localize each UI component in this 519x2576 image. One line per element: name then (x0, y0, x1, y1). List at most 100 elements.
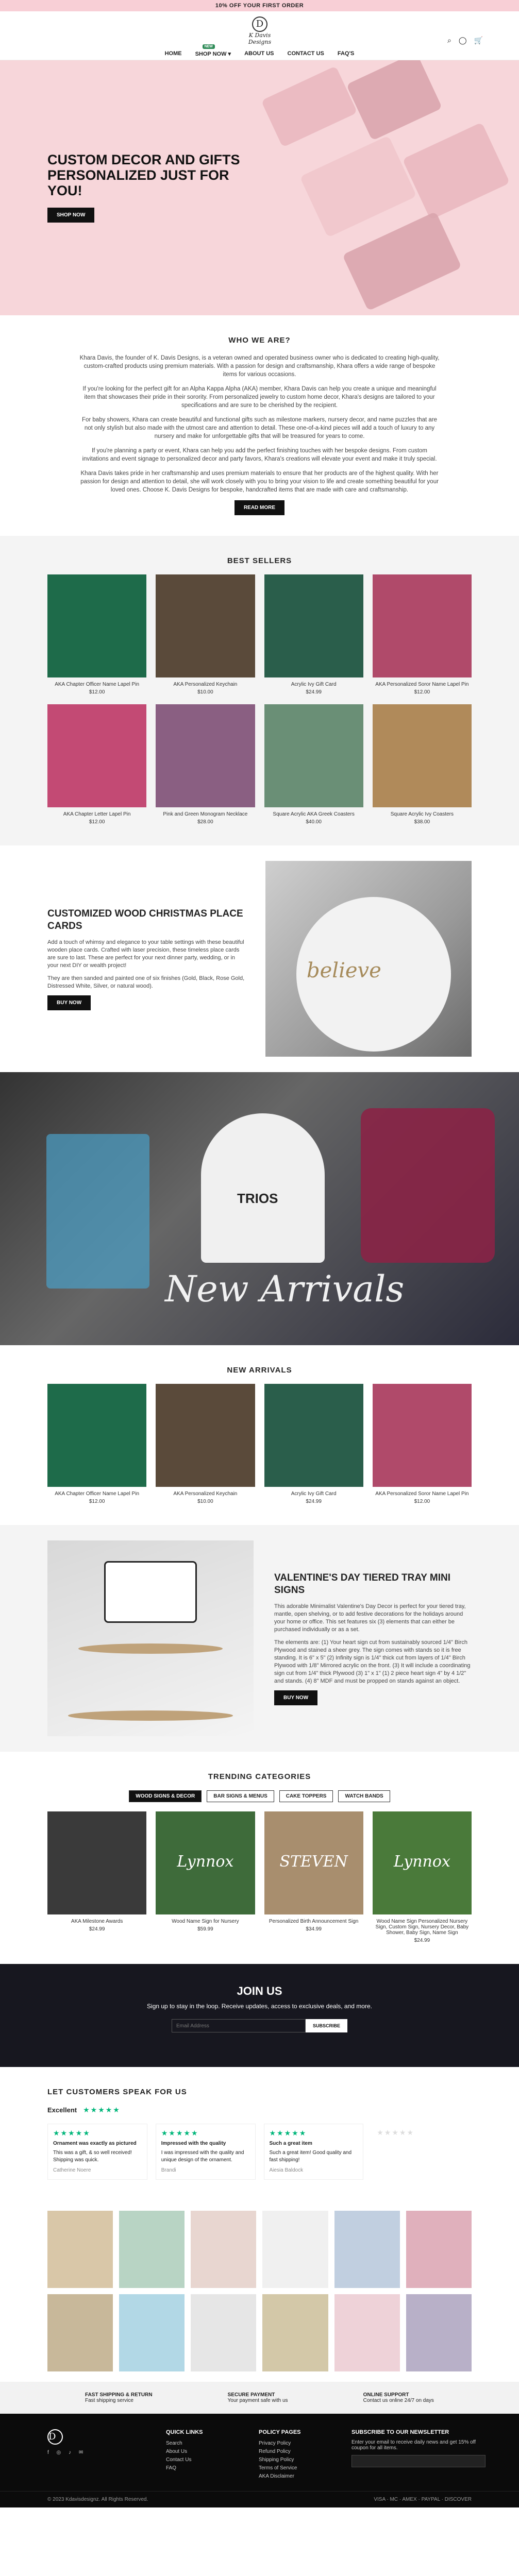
product-image[interactable] (47, 1811, 147, 1914)
footer-link[interactable]: Terms of Service (259, 2464, 336, 2472)
gallery-image[interactable] (262, 2294, 328, 2371)
product-name[interactable]: AKA Milestone Awards (47, 1919, 146, 1924)
hero-title: CUSTOM DECOR AND GIFTS PERSONALIZED JUST… (47, 152, 240, 198)
product-image[interactable] (264, 1384, 363, 1487)
product-card[interactable]: AKA Milestone Awards $24.99 (47, 1811, 147, 1943)
about-paragraph: Khara Davis, the founder of K. Davis Des… (79, 355, 440, 378)
valentine-buy-now-button[interactable]: BUY NOW (274, 1690, 318, 1705)
product-card[interactable]: AKA Personalized Soror Name Lapel Pin $12… (372, 574, 472, 695)
feature-text: Contact us online 24/7 on days (363, 2398, 434, 2403)
product-card[interactable]: AKA Personalized Soror Name Lapel Pin $12… (372, 1384, 472, 1504)
product-image[interactable] (372, 1384, 472, 1487)
review-body: This was a gift, & so well received! Shi… (53, 2150, 132, 2163)
christmas-buy-now-button[interactable]: BUY NOW (47, 995, 91, 1010)
newsletter-email-field[interactable] (351, 2455, 485, 2467)
product-name[interactable]: Pink and Green Monogram Necklace (156, 811, 255, 817)
brand-logo[interactable]: D K Davis Designs (237, 16, 282, 45)
product-name[interactable]: AKA Chapter Letter Lapel Pin (47, 811, 146, 817)
footer-link[interactable]: Search (166, 2439, 243, 2448)
product-name[interactable]: Square Acrylic Ivy Coasters (373, 811, 472, 817)
footer-link[interactable]: AKA Disclaimer (259, 2472, 336, 2481)
gallery-image[interactable] (47, 2211, 113, 2288)
gallery-image[interactable] (191, 2294, 257, 2371)
product-image[interactable] (47, 1384, 147, 1487)
product-name[interactable]: AKA Chapter Officer Name Lapel Pin (47, 1491, 146, 1497)
gallery-image[interactable] (47, 2294, 113, 2371)
product-image[interactable]: Lynnox (372, 1811, 472, 1914)
footer-logo[interactable]: D (47, 2429, 63, 2445)
product-card[interactable]: Square Acrylic Ivy Coasters $38.00 (372, 704, 472, 825)
social-icons[interactable]: f ◎ ♪ ✉ (47, 2450, 150, 2455)
gallery-image[interactable] (262, 2211, 328, 2288)
hero-shop-now-button[interactable]: SHOP NOW (47, 208, 95, 223)
tab-cake-toppers[interactable]: CAKE TOPPERS (279, 1790, 333, 1802)
nav-about-us[interactable]: ABOUT US (244, 50, 274, 57)
product-card[interactable]: Lynnox Wood Name Sign for Nursery $59.99 (156, 1811, 255, 1943)
gallery-image[interactable] (334, 2211, 400, 2288)
email-field[interactable] (171, 2019, 306, 2032)
nav-home[interactable]: HOME (165, 50, 182, 57)
footer-link[interactable]: Privacy Policy (259, 2439, 336, 2448)
product-image[interactable] (156, 574, 255, 677)
logo-text: K Davis Designs (248, 32, 272, 45)
product-card[interactable]: AKA Chapter Officer Name Lapel Pin $12.00 (47, 1384, 147, 1504)
footer-link[interactable]: FAQ (166, 2464, 243, 2472)
product-name[interactable]: Acrylic Ivy Gift Card (264, 682, 363, 687)
tab-watch-bands[interactable]: WATCH BANDS (338, 1790, 390, 1802)
product-card[interactable]: STEVEN Personalized Birth Announcement Si… (264, 1811, 363, 1943)
product-name[interactable]: AKA Personalized Keychain (156, 682, 255, 687)
product-card[interactable]: AKA Personalized Keychain $10.00 (156, 574, 255, 695)
product-name[interactable]: AKA Personalized Keychain (156, 1491, 255, 1497)
trending-tabs: WOOD SIGNS & DECOR BAR SIGNS & MENUS CAK… (47, 1790, 472, 1802)
product-card[interactable]: Acrylic Ivy Gift Card $24.99 (264, 574, 363, 695)
account-icon[interactable]: ◯ (459, 36, 467, 45)
nav-faqs[interactable]: FAQ'S (338, 50, 355, 57)
product-image[interactable] (372, 574, 472, 677)
hero-product-image (299, 135, 417, 238)
product-image[interactable] (156, 1384, 255, 1487)
product-script-text: STEVEN (279, 1853, 348, 1871)
gallery-image[interactable] (406, 2211, 472, 2288)
product-card[interactable]: Pink and Green Monogram Necklace $28.00 (156, 704, 255, 825)
gallery-image[interactable] (119, 2211, 185, 2288)
tab-bar-signs[interactable]: BAR SIGNS & MENUS (207, 1790, 274, 1802)
product-card[interactable]: AKA Chapter Letter Lapel Pin $12.00 (47, 704, 147, 825)
product-name[interactable]: Wood Name Sign for Nursery (156, 1919, 255, 1924)
product-name[interactable]: AKA Personalized Soror Name Lapel Pin (373, 682, 472, 687)
gallery-image[interactable] (119, 2294, 185, 2371)
gallery-image[interactable] (191, 2211, 257, 2288)
product-card[interactable]: AKA Personalized Keychain $10.00 (156, 1384, 255, 1504)
product-name[interactable]: Wood Name Sign Personalized Nursery Sign… (373, 1919, 472, 1936)
product-image[interactable] (156, 704, 255, 807)
search-icon[interactable]: ⌕ (447, 36, 451, 45)
product-image[interactable] (372, 704, 472, 807)
product-card[interactable]: Acrylic Ivy Gift Card $24.99 (264, 1384, 363, 1504)
gallery-image[interactable] (334, 2294, 400, 2371)
product-image[interactable]: STEVEN (264, 1811, 363, 1914)
footer-link[interactable]: Shipping Policy (259, 2456, 336, 2464)
product-image[interactable] (264, 574, 363, 677)
product-name[interactable]: AKA Personalized Soror Name Lapel Pin (373, 1491, 472, 1497)
product-name[interactable]: Personalized Birth Announcement Sign (264, 1919, 363, 1924)
footer-link[interactable]: Contact Us (166, 2456, 243, 2464)
gallery-image[interactable] (406, 2294, 472, 2371)
product-image[interactable] (47, 574, 147, 677)
product-image[interactable] (264, 704, 363, 807)
product-card[interactable]: Square Acrylic AKA Greek Coasters $40.00 (264, 704, 363, 825)
nav-contact-us[interactable]: CONTACT US (288, 50, 324, 57)
product-image[interactable] (47, 704, 147, 807)
product-card[interactable]: AKA Chapter Officer Name Lapel Pin $12.00 (47, 574, 147, 695)
product-image[interactable]: Lynnox (156, 1811, 255, 1914)
footer-link[interactable]: About Us (166, 2448, 243, 2456)
footer-link[interactable]: Refund Policy (259, 2448, 336, 2456)
nav-shop-now[interactable]: NEW SHOP NOW ▾ (195, 44, 231, 57)
subscribe-button[interactable]: SUBSCRIBE (305, 2019, 347, 2032)
product-card[interactable]: Lynnox Wood Name Sign Personalized Nurser… (372, 1811, 472, 1943)
product-name[interactable]: Square Acrylic AKA Greek Coasters (264, 811, 363, 817)
join-text: Sign up to stay in the loop. Receive upd… (147, 2003, 372, 2010)
product-name[interactable]: AKA Chapter Officer Name Lapel Pin (47, 682, 146, 687)
product-name[interactable]: Acrylic Ivy Gift Card (264, 1491, 363, 1497)
read-more-button[interactable]: READ MORE (234, 500, 285, 515)
cart-icon[interactable]: 🛒 (474, 36, 483, 45)
tab-wood-signs[interactable]: WOOD SIGNS & DECOR (129, 1790, 202, 1802)
